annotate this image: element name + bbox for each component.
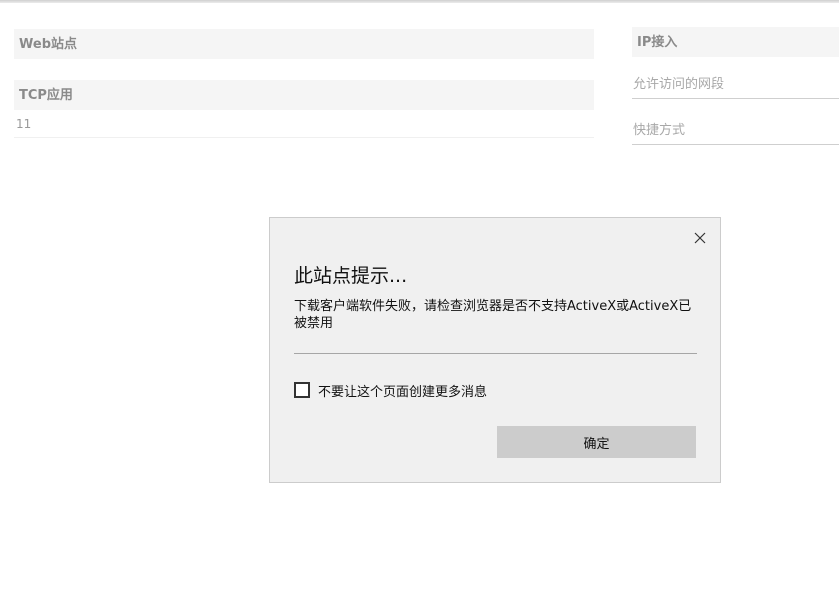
dialog-divider: [294, 353, 697, 354]
tcp-app-item[interactable]: 11: [14, 114, 594, 138]
allowed-range-input[interactable]: [632, 71, 839, 99]
suppress-messages-label: 不要让这个页面创建更多消息: [318, 384, 488, 400]
site-alert-dialog: 此站点提示... 下载客户端软件失败，请检查浏览器是否不支持ActiveX或Ac…: [269, 217, 721, 483]
top-border: [0, 0, 839, 3]
shortcut-input[interactable]: [632, 117, 839, 145]
dialog-message: 下载客户端软件失败，请检查浏览器是否不支持ActiveX或ActiveX已被禁用: [294, 299, 692, 331]
tcp-apps-header: TCP应用: [14, 80, 594, 110]
ip-access-header: IP接入: [632, 27, 839, 57]
web-sites-header: Web站点: [14, 29, 594, 59]
ok-button[interactable]: 确定: [497, 426, 696, 458]
suppress-messages-checkbox[interactable]: [294, 382, 310, 398]
close-icon[interactable]: [692, 230, 708, 246]
suppress-messages-option[interactable]: 不要让这个页面创建更多消息: [294, 380, 487, 400]
dialog-title: 此站点提示...: [294, 265, 408, 287]
